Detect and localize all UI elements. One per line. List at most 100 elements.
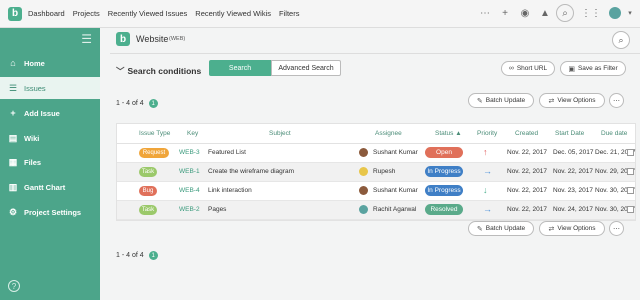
col-due-date[interactable]: Due date: [601, 130, 627, 137]
avatar: [359, 148, 368, 157]
sidebar-item-gantt-chart[interactable]: ▥ Gantt Chart: [0, 176, 100, 198]
more-options-icon[interactable]: ⋯: [609, 221, 624, 236]
issue-type-badge: Bug: [139, 186, 157, 196]
batch-update-label: Batch Update: [485, 97, 526, 104]
result-count-text: 1 - 4 of 4: [116, 100, 144, 107]
issue-subject[interactable]: Link interaction: [208, 187, 252, 194]
created-date: Nov. 22, 2017: [507, 168, 547, 175]
row-checkbox[interactable]: [627, 187, 634, 194]
created-date: Nov. 22, 2017: [507, 187, 547, 194]
sidebar-item-label: Project Settings: [24, 207, 82, 217]
row-checkbox[interactable]: [627, 168, 634, 175]
link-icon: ∞: [508, 65, 514, 72]
short-url-button[interactable]: ∞ Short URL: [501, 61, 555, 76]
search-icon[interactable]: ⌕: [556, 4, 574, 22]
chevron-down-icon[interactable]: ▾: [626, 4, 634, 22]
sidebar-item-label: Files: [24, 157, 42, 167]
issues-table: Issue Type Key Subject Assignee Status ▲…: [116, 123, 636, 221]
issue-key-link[interactable]: WEB-4: [179, 187, 200, 194]
sidebar-item-issues[interactable]: ☰ Issues: [0, 77, 100, 99]
batch-update-button-bottom[interactable]: ✎ Batch Update: [468, 221, 534, 236]
page-number[interactable]: 1: [148, 251, 158, 260]
nav-recent-issues[interactable]: Recently Viewed Issues: [108, 9, 188, 18]
col-status[interactable]: Status ▲: [435, 130, 462, 137]
status-badge: Open: [425, 147, 463, 158]
result-count: 1 - 4 of 4 1: [116, 99, 158, 108]
col-assignee[interactable]: Assignee: [375, 130, 402, 137]
batch-update-button[interactable]: ✎ Batch Update: [468, 93, 534, 108]
nav-dashboard[interactable]: Dashboard: [28, 9, 65, 18]
sidebar-item-add-issue[interactable]: + Add Issue: [0, 102, 100, 124]
nav-recent-wikis[interactable]: Recently Viewed Wikis: [195, 9, 271, 18]
project-name[interactable]: Website: [136, 34, 168, 44]
gantt-icon: ▥: [8, 181, 18, 192]
table-row[interactable]: Task WEB-1 Create the wireframe diagram Rup…: [117, 163, 635, 182]
nav-filters[interactable]: Filters: [279, 9, 299, 18]
assignee-name: Sushant Kumar: [373, 149, 418, 156]
sidebar-item-label: Add Issue: [24, 108, 60, 118]
row-checkbox[interactable]: [627, 206, 634, 213]
gear-icon: ⚙: [8, 206, 18, 217]
nav-projects[interactable]: Projects: [73, 9, 100, 18]
result-count-bottom: 1 - 4 of 4 1: [116, 251, 158, 260]
edit-icon: ✎: [476, 225, 483, 233]
top-nav: Dashboard Projects Recently Viewed Issue…: [28, 9, 307, 18]
status-badge: In Progress: [425, 166, 463, 177]
sidebar-item-files[interactable]: ▦ Files: [0, 151, 100, 173]
issue-key-link[interactable]: WEB-1: [179, 168, 200, 175]
col-priority[interactable]: Priority: [477, 130, 497, 137]
priority-icon: ↓: [483, 185, 488, 195]
priority-icon: →: [483, 166, 492, 176]
sidebar-item-label: Gantt Chart: [24, 182, 66, 192]
sidebar-item-home[interactable]: ⌂ Home: [0, 52, 100, 74]
table-row[interactable]: Task WEB-2 Pages Rachit Agarwal Resolved → Nov…: [117, 201, 635, 220]
plus-icon[interactable]: +: [496, 4, 514, 22]
more-options-icon[interactable]: ⋯: [609, 93, 624, 108]
save-filter-button[interactable]: ▣ Save as Filter: [560, 61, 626, 76]
avatar[interactable]: [606, 4, 624, 22]
avatar: [359, 205, 368, 214]
col-created[interactable]: Created: [515, 130, 538, 137]
sidebar-item-wiki[interactable]: ▤ Wiki: [0, 127, 100, 149]
advanced-search-tab[interactable]: Advanced Search: [271, 60, 341, 76]
col-start-date[interactable]: Start Date: [555, 130, 584, 137]
wiki-icon: ▤: [8, 132, 18, 143]
priority-icon: ↑: [483, 147, 488, 157]
save-icon: ▣: [568, 65, 575, 73]
search-tab[interactable]: Search: [209, 60, 271, 76]
top-bar: b Dashboard Projects Recently Viewed Iss…: [0, 0, 640, 28]
home-icon: ⌂: [10, 58, 16, 68]
priority-icon: →: [483, 204, 492, 214]
issue-key-link[interactable]: WEB-2: [179, 206, 200, 213]
col-subject[interactable]: Subject: [269, 130, 291, 137]
sidebar-item-project-settings[interactable]: ⚙ Project Settings: [0, 201, 100, 223]
settings-icon: ⇄: [548, 97, 555, 105]
assignee-name: Rupesh: [373, 168, 396, 175]
row-checkbox[interactable]: [627, 149, 634, 156]
start-date: Nov. 23, 2017: [553, 187, 593, 194]
help-icon[interactable]: ?: [8, 280, 20, 292]
search-conditions-toggle[interactable]: ﹀ Search conditions: [116, 65, 201, 77]
app-logo[interactable]: b: [8, 6, 22, 21]
eye-icon[interactable]: ◉: [516, 4, 534, 22]
issue-subject[interactable]: Pages: [208, 206, 226, 213]
apps-grid-icon[interactable]: ⋮⋮: [581, 4, 601, 22]
issue-subject[interactable]: Featured List: [208, 149, 246, 156]
col-issue-type[interactable]: Issue Type: [139, 130, 170, 137]
assignee-name: Sushant Kumar: [373, 187, 418, 194]
col-key[interactable]: Key: [187, 130, 198, 137]
search-icon[interactable]: ⌕: [612, 31, 630, 49]
view-options-button[interactable]: ⇄ View Options: [539, 93, 605, 108]
issue-type-badge: Task: [139, 205, 157, 215]
start-date: Nov. 24, 2017: [553, 206, 593, 213]
issue-key-link[interactable]: WEB-3: [179, 149, 200, 156]
view-options-button-bottom[interactable]: ⇄ View Options: [539, 221, 605, 236]
more-icon[interactable]: ⋯: [476, 4, 494, 22]
bell-icon[interactable]: ▲: [536, 4, 554, 22]
menu-icon[interactable]: ☰: [81, 32, 92, 46]
table-row[interactable]: Request WEB-3 Featured List Sushant Kumar Op…: [117, 144, 635, 163]
page-number[interactable]: 1: [148, 99, 158, 108]
plus-icon: +: [10, 108, 16, 118]
issue-subject[interactable]: Create the wireframe diagram: [208, 168, 294, 175]
table-row[interactable]: Bug WEB-4 Link interaction Sushant Kumar In …: [117, 182, 635, 201]
